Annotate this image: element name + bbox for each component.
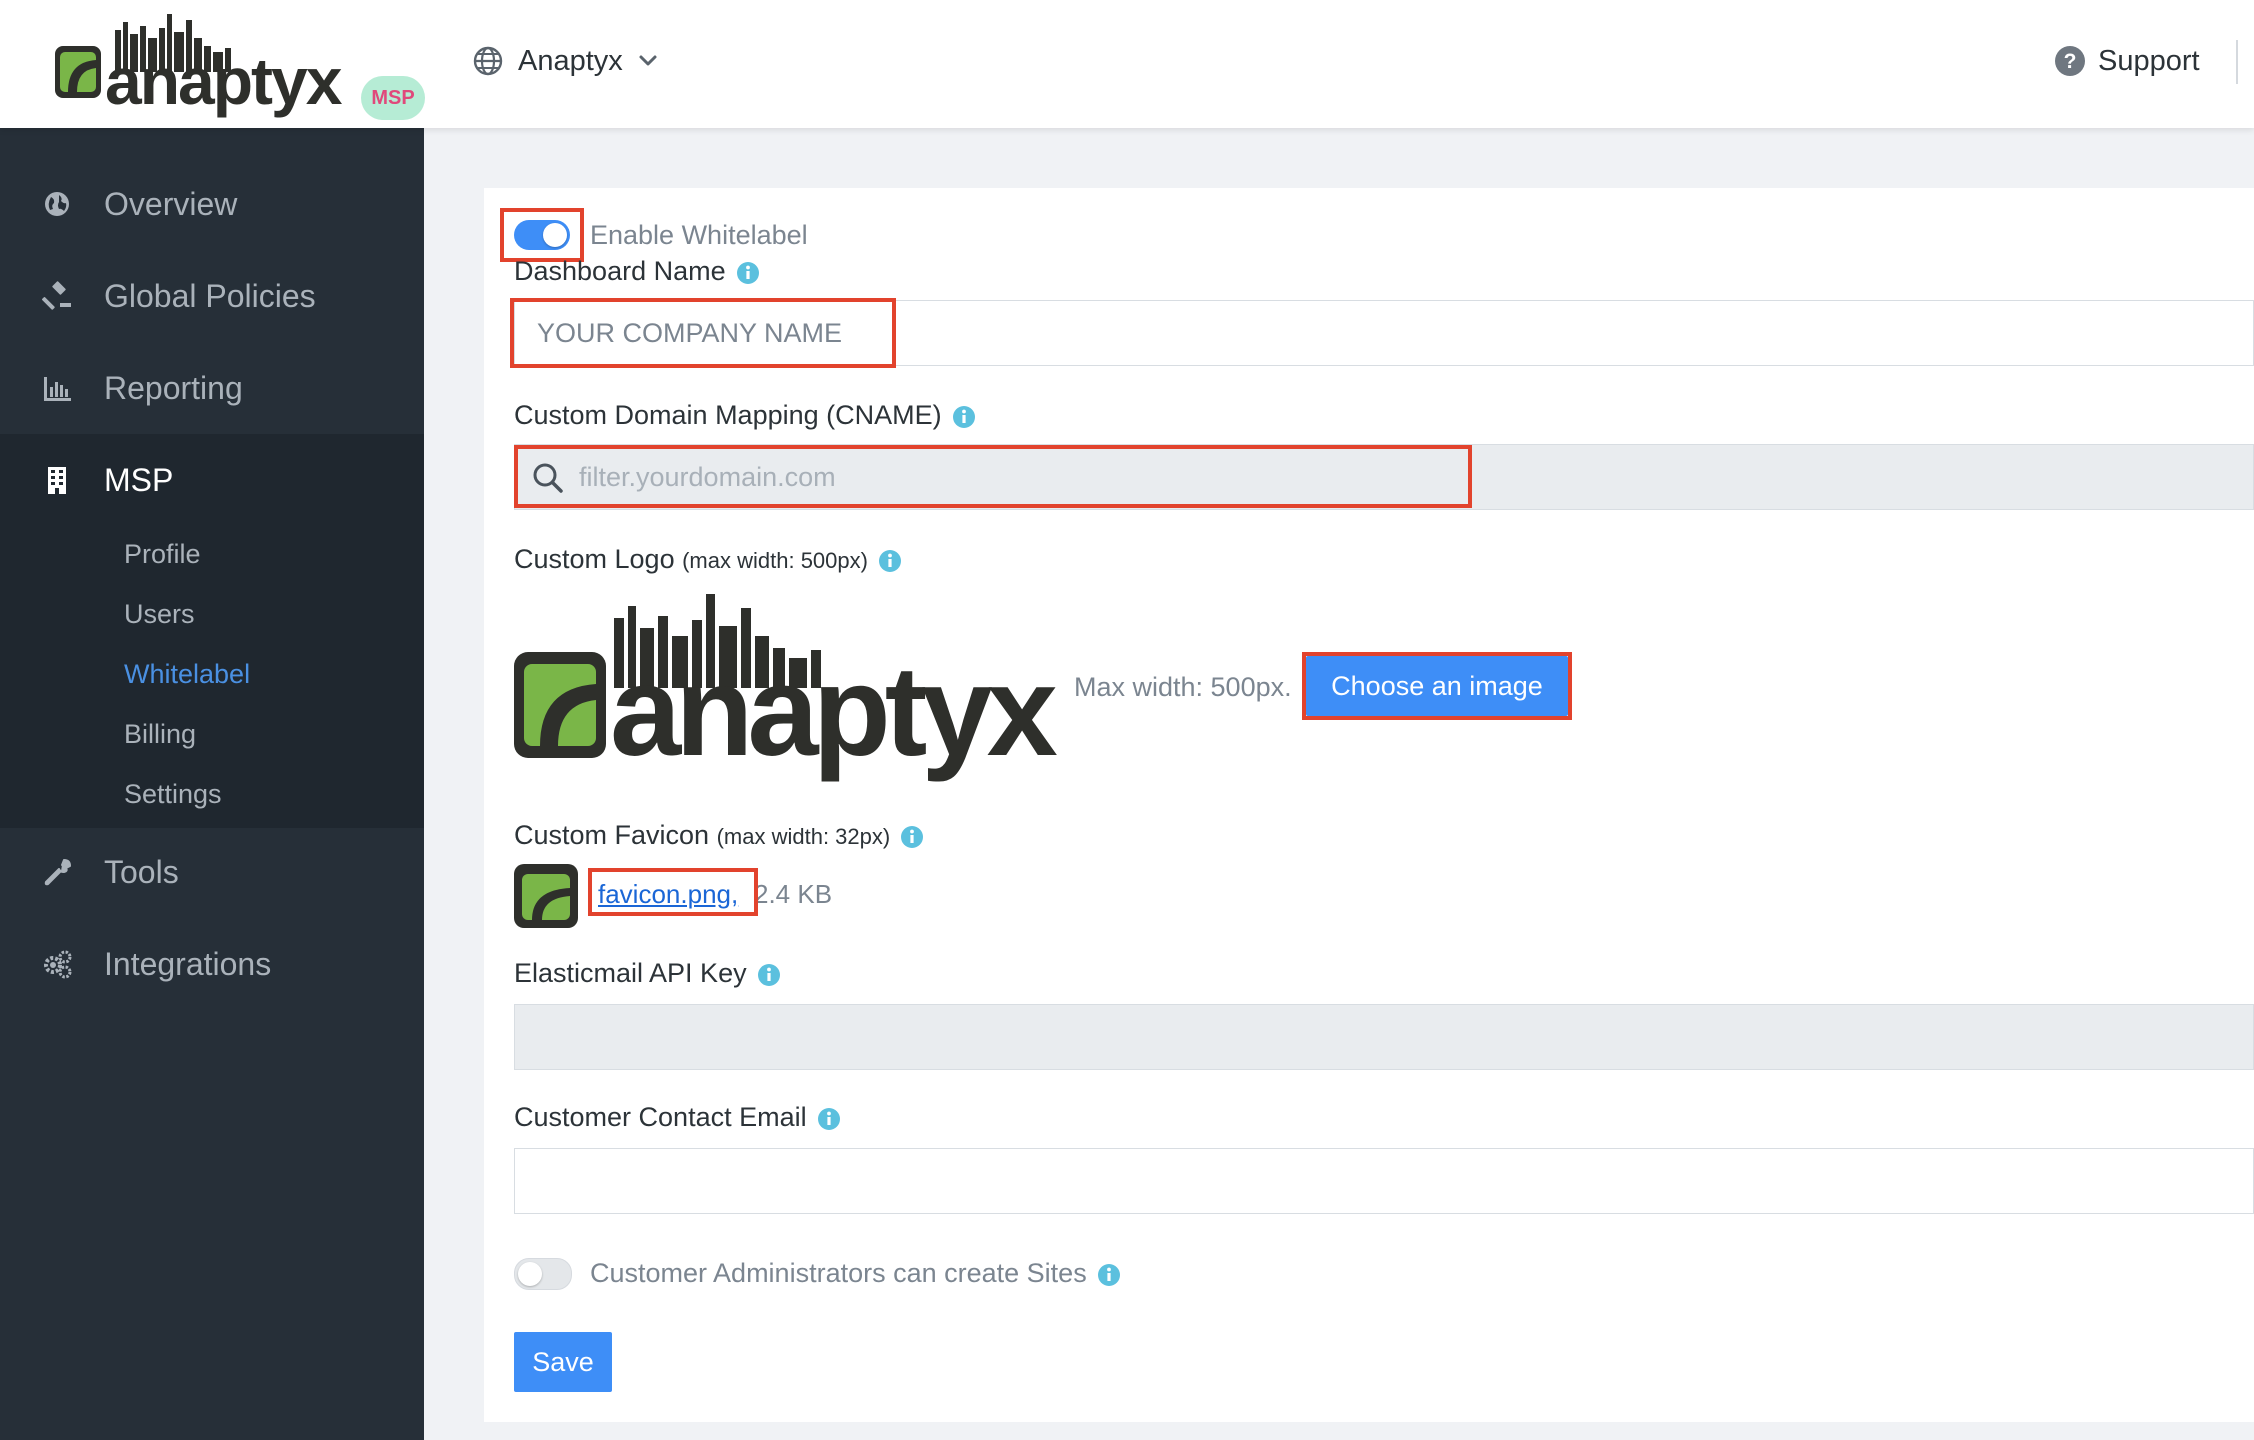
info-icon[interactable] [878, 549, 902, 573]
sidebar-item-integrations[interactable]: Integrations [0, 918, 424, 1010]
sidebar-item-label: MSP [104, 461, 174, 498]
info-icon[interactable] [817, 1107, 841, 1131]
whitelabel-settings-card: Enable Whitelabel Dashboard Name Custom … [484, 188, 2254, 1422]
info-icon[interactable] [736, 261, 760, 285]
save-button[interactable]: Save [514, 1332, 612, 1392]
dashboard-name-label-text: Dashboard Name [514, 256, 726, 286]
info-icon[interactable] [900, 825, 924, 849]
cname-label: Custom Domain Mapping (CNAME) [514, 400, 976, 431]
globe-icon [473, 46, 503, 76]
enable-whitelabel-toggle[interactable] [514, 220, 570, 250]
info-icon[interactable] [952, 405, 976, 429]
search-icon [533, 463, 563, 493]
sidebar: Overview Global Policies Reporting MSP P… [0, 128, 424, 1440]
customer-contact-email-label-text: Customer Contact Email [514, 1102, 807, 1132]
bar-chart-icon [44, 377, 71, 401]
custom-logo-hint: (max width: 500px) [682, 548, 868, 573]
chevron-down-icon [639, 55, 657, 66]
favicon-file-size: 2.4 KB [754, 879, 833, 909]
sidebar-subitem-settings[interactable]: Settings [124, 779, 222, 810]
sidebar-subitem-billing[interactable]: Billing [124, 719, 196, 750]
sidebar-item-reporting[interactable]: Reporting [0, 342, 424, 434]
brand-wordmark: anaptyx [105, 44, 342, 118]
dashboard-name-label: Dashboard Name [514, 256, 760, 287]
customer-contact-email-label: Customer Contact Email [514, 1102, 841, 1133]
sidebar-item-msp[interactable]: MSP [0, 434, 424, 526]
cname-input[interactable] [514, 444, 2254, 510]
topbar-divider [2236, 40, 2238, 84]
info-icon[interactable] [757, 963, 781, 987]
organization-name: Anaptyx [518, 44, 623, 77]
help-icon: ? [2055, 46, 2085, 76]
logo-max-width-text: Max width: 500px. [1074, 672, 1292, 702]
sidebar-item-label: Global Policies [104, 277, 316, 314]
custom-logo-label-text: Custom Logo [514, 544, 675, 574]
sidebar-item-global-policies[interactable]: Global Policies [0, 250, 424, 342]
sidebar-subitem-profile[interactable]: Profile [124, 539, 201, 570]
customer-admins-create-sites-label: Customer Administrators can create Sites [590, 1258, 1121, 1289]
sidebar-item-label: Reporting [104, 369, 243, 406]
top-bar: anaptyx MSP Anaptyx ? Support [0, 0, 2254, 128]
info-icon[interactable] [1097, 1263, 1121, 1287]
sidebar-subitem-whitelabel[interactable]: Whitelabel [124, 659, 250, 690]
elasticmail-api-key-input[interactable] [514, 1004, 2254, 1070]
support-link[interactable]: ? Support [2054, 36, 2200, 86]
gears-icon [44, 950, 72, 979]
toggle-knob [518, 1262, 542, 1286]
custom-favicon-label: Custom Favicon (max width: 32px) [514, 820, 924, 851]
custom-logo-preview: anaptyx [514, 588, 1058, 788]
toggle-knob [543, 223, 567, 247]
svg-text:?: ? [2064, 50, 2077, 73]
favicon-preview [514, 864, 578, 928]
building-icon [48, 467, 66, 494]
sidebar-item-label: Overview [104, 185, 238, 222]
customer-admins-create-sites-toggle[interactable] [514, 1258, 572, 1290]
sidebar-item-tools[interactable]: Tools [0, 826, 424, 918]
organization-switcher[interactable]: Anaptyx [472, 36, 659, 86]
globe-icon [45, 192, 69, 216]
elasticmail-api-key-label: Elasticmail API Key [514, 958, 781, 989]
logo-preview-wordmark: anaptyx [610, 640, 1058, 783]
cname-label-text: Custom Domain Mapping (CNAME) [514, 400, 942, 430]
brand[interactable]: anaptyx MSP [55, 8, 425, 120]
enable-whitelabel-label: Enable Whitelabel [590, 220, 808, 250]
choose-image-button[interactable]: Choose an image [1306, 656, 1568, 716]
gavel-icon [42, 281, 71, 310]
custom-favicon-hint: (max width: 32px) [716, 824, 891, 849]
sidebar-subitem-users[interactable]: Users [124, 599, 195, 630]
favicon-file-link[interactable]: favicon.png, [598, 879, 738, 910]
custom-logo-label: Custom Logo (max width: 500px) [514, 544, 902, 575]
dashboard-name-input[interactable] [514, 300, 2254, 366]
custom-favicon-label-text: Custom Favicon [514, 820, 710, 850]
sidebar-item-label: Integrations [104, 945, 272, 982]
sidebar-item-label: Tools [104, 853, 179, 890]
wrench-icon [44, 859, 71, 886]
customer-admins-create-sites-label-text: Customer Administrators can create Sites [590, 1258, 1087, 1288]
elasticmail-api-key-label-text: Elasticmail API Key [514, 958, 747, 988]
msp-badge: MSP [361, 76, 425, 120]
support-label: Support [2098, 44, 2200, 77]
customer-contact-email-input[interactable] [514, 1148, 2254, 1214]
sidebar-item-overview[interactable]: Overview [0, 158, 424, 250]
